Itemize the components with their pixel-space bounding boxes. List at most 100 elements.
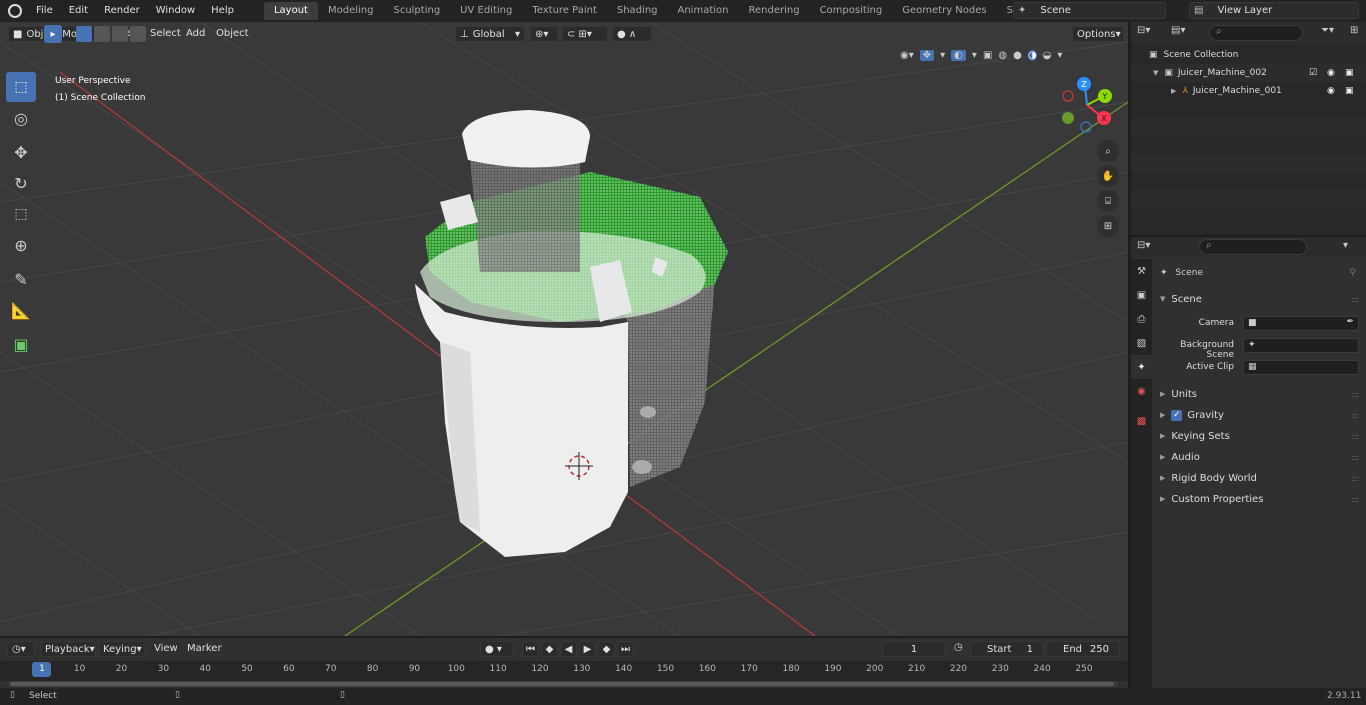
object-menu[interactable]: Object — [216, 26, 249, 42]
gizmo-x[interactable]: X — [1097, 111, 1111, 125]
tab-shading[interactable]: Shading — [607, 2, 668, 20]
rotate-tool[interactable]: ↻ — [6, 168, 36, 198]
proportional-edit-button[interactable]: ● ∧ — [612, 26, 652, 42]
prev-keyframe-icon[interactable]: ◆ — [541, 641, 558, 657]
scale-tool[interactable]: ⬚ — [6, 199, 36, 229]
cursor-tool[interactable]: ◎ — [6, 103, 36, 133]
menu-window[interactable]: Window — [148, 0, 203, 22]
properties-search-input[interactable]: ⌕ — [1199, 239, 1307, 255]
next-keyframe-icon[interactable]: ◆ — [598, 641, 615, 657]
timeline-marker-menu[interactable]: Marker — [187, 641, 222, 657]
timeline-editor-type[interactable]: ◷▾ — [7, 641, 35, 657]
shading-wireframe-icon[interactable]: ◍ — [998, 50, 1007, 61]
transform-orientation-dropdown[interactable]: ⊥ Global ▾ — [455, 26, 525, 42]
panel-custom-properties[interactable]: ▶ Custom Properties :::: — [1154, 489, 1364, 509]
tab-view-layer[interactable]: ▨ — [1131, 331, 1152, 355]
menu-render[interactable]: Render — [96, 0, 148, 22]
camera-view-button[interactable]: ⌸ — [1097, 190, 1119, 212]
add-cube-tool[interactable]: ▣ — [6, 329, 36, 359]
eye-icon[interactable]: ◉ — [1327, 68, 1335, 78]
chevron-down-icon[interactable]: ▾ — [1343, 240, 1348, 251]
jump-start-icon[interactable]: ⏮ — [522, 641, 539, 657]
select-box-tool[interactable]: ⬚ — [6, 72, 36, 102]
camera-render-icon[interactable]: ▣ — [1345, 68, 1354, 78]
keying-dropdown[interactable]: Keying ▾ — [98, 641, 146, 657]
panel-gravity[interactable]: ▶ ✓ Gravity :::: — [1154, 405, 1364, 425]
tab-sculpting[interactable]: Sculpting — [383, 2, 450, 20]
tab-texture[interactable]: ▩ — [1131, 409, 1152, 433]
menu-help[interactable]: Help — [203, 0, 242, 22]
add-menu[interactable]: Add — [186, 26, 205, 42]
tab-compositing[interactable]: Compositing — [810, 2, 893, 20]
expand-icon[interactable]: ▶ — [1171, 87, 1176, 95]
camera-field[interactable]: ■ ✒ — [1243, 316, 1359, 331]
panel-keying-sets[interactable]: ▶ Keying Sets :::: — [1154, 426, 1364, 446]
tab-tool[interactable]: ⚒ — [1131, 259, 1152, 283]
annotate-tool[interactable]: ✎ — [6, 264, 36, 294]
shading-material-icon[interactable]: ◑ — [1027, 49, 1037, 61]
pivot-button[interactable]: ⊛▾ — [530, 26, 558, 42]
timeline-scrollbar[interactable] — [8, 681, 1118, 687]
gizmo-y[interactable]: Y — [1098, 89, 1112, 103]
current-frame-field[interactable]: 1 — [882, 641, 946, 657]
select-new-icon[interactable] — [76, 26, 92, 42]
chevron-down-icon[interactable]: ▾ — [1057, 50, 1062, 61]
tab-animation[interactable]: Animation — [668, 2, 739, 20]
camera-render-icon[interactable]: ▣ — [1345, 86, 1354, 96]
tab-texture-paint[interactable]: Texture Paint — [522, 2, 607, 20]
drag-handle-icon[interactable]: :::: — [1351, 390, 1359, 399]
play-reverse-icon[interactable]: ◀ — [560, 641, 577, 657]
drag-handle-icon[interactable]: :::: — [1351, 295, 1359, 304]
menu-file[interactable]: File — [28, 0, 61, 22]
timeline-view-menu[interactable]: View — [154, 641, 178, 657]
menu-edit[interactable]: Edit — [61, 0, 96, 22]
outliner-row-juicer-001[interactable]: ▶ ⅄ Juicer_Machine_001 ◉ ▣ — [1131, 82, 1366, 100]
play-icon[interactable]: ▶ — [579, 641, 596, 657]
expand-icon[interactable]: ▼ — [1153, 69, 1158, 77]
panel-units[interactable]: ▶ Units :::: — [1154, 384, 1364, 404]
measure-tool[interactable]: 📐 — [6, 295, 36, 325]
stopwatch-icon[interactable]: ◷ — [954, 642, 963, 653]
overlay-toggle-icon[interactable]: ◐ — [951, 49, 966, 61]
navigation-gizmo[interactable]: Z Y X — [1058, 77, 1118, 139]
select-extend-icon[interactable] — [94, 26, 110, 42]
drag-handle-icon[interactable]: :::: — [1351, 411, 1359, 420]
tab-render[interactable]: ▣ — [1131, 283, 1152, 307]
3d-viewport[interactable] — [0, 22, 1128, 636]
gizmo-toggle-icon[interactable]: ✥ — [919, 49, 935, 61]
editor-type-icon[interactable]: ⊟▾ — [1137, 25, 1150, 36]
drag-handle-icon[interactable]: :::: — [1351, 432, 1359, 441]
background-scene-field[interactable]: ✦ — [1243, 338, 1359, 353]
shading-solid-icon[interactable]: ● — [1013, 50, 1022, 61]
tab-uv-editing[interactable]: UV Editing — [450, 2, 522, 20]
zoom-button[interactable]: ⌕ — [1097, 140, 1119, 162]
drag-handle-icon[interactable]: :::: — [1351, 495, 1359, 504]
tab-rendering[interactable]: Rendering — [738, 2, 809, 20]
tab-layout[interactable]: Layout — [263, 2, 318, 20]
start-frame-field[interactable]: Start 1 — [970, 641, 1044, 657]
display-mode-icon[interactable]: ▤▾ — [1171, 25, 1185, 36]
visibility-icon[interactable]: ◉▾ — [900, 50, 914, 61]
new-collection-icon[interactable]: ⊞ — [1350, 25, 1358, 36]
panel-rigid-body-world[interactable]: ▶ Rigid Body World :::: — [1154, 468, 1364, 488]
select-subtract-icon[interactable] — [112, 26, 128, 42]
panel-audio[interactable]: ▶ Audio :::: — [1154, 447, 1364, 467]
eye-icon[interactable]: ◉ — [1327, 86, 1335, 96]
tab-geometry-nodes[interactable]: Geometry Nodes — [892, 2, 996, 20]
outliner-row-scene-collection[interactable]: ▣ Scene Collection — [1131, 46, 1366, 64]
pan-button[interactable]: ✋ — [1097, 165, 1119, 187]
gravity-checkbox[interactable]: ✓ — [1171, 409, 1183, 421]
options-dropdown[interactable]: Options ▾ — [1072, 26, 1124, 42]
transform-tool[interactable]: ⊕ — [6, 230, 36, 260]
snap-button[interactable]: ⊂ ⊞▾ — [562, 26, 608, 42]
scrollbar-thumb[interactable] — [10, 682, 1114, 686]
drag-handle-icon[interactable]: :::: — [1351, 474, 1359, 483]
eyedropper-icon[interactable]: ✒ — [1346, 317, 1354, 327]
xray-icon[interactable]: ▣ — [983, 50, 992, 61]
gizmo-z[interactable]: Z — [1077, 77, 1091, 91]
tab-world[interactable]: ◉ — [1131, 379, 1152, 403]
jump-end-icon[interactable]: ⏭ — [617, 641, 634, 657]
pin-icon[interactable]: ⚲ — [1349, 268, 1356, 278]
checkbox-icon[interactable]: ☑ — [1309, 68, 1317, 78]
scene-selector[interactable]: ✦ Scene — [1013, 2, 1166, 19]
